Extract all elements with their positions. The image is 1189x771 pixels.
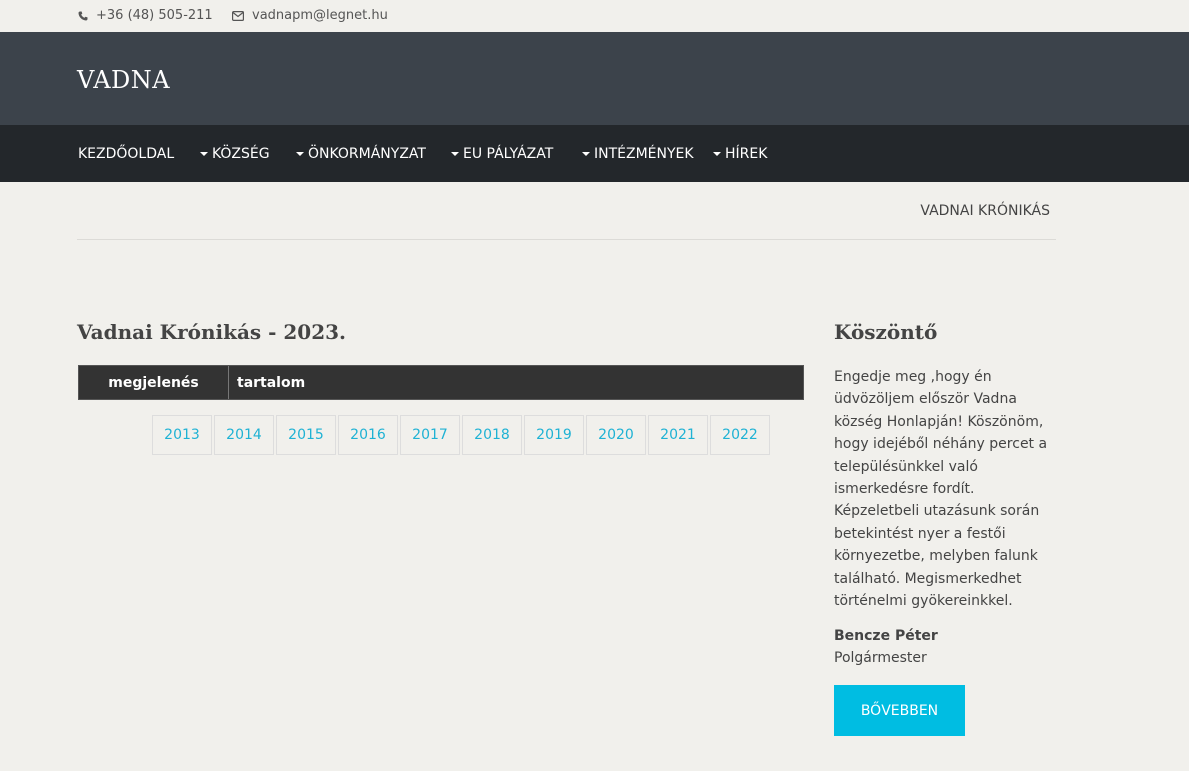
nav-item-label: EU PÁLYÁZAT [463,146,554,162]
breadcrumb-divider [77,239,1056,240]
nav-item-eu-palyazat[interactable]: EU PÁLYÁZAT [451,146,553,162]
phone-contact: +36 (48) 505-211 [78,8,213,23]
page-title: Vadnai Krónikás - 2023. [77,320,347,344]
envelope-icon [232,10,244,21]
nav-item-hirek[interactable]: HÍREK [713,146,767,162]
year-link-2022[interactable]: 2022 [710,415,770,455]
sidebar-title: Köszöntő [834,320,938,344]
year-link-2021[interactable]: 2021 [648,415,708,455]
main-navigation: KEZDŐOLDAL KÖZSÉG ÖNKORMÁNYZAT EU PÁLYÁZ… [0,125,1189,182]
nav-item-intezmenyek[interactable]: INTÉZMÉNYEK [582,146,694,162]
top-contact-bar: +36 (48) 505-211 vadnapm@legnet.hu [0,0,1189,32]
nav-item-onkormanyzat[interactable]: ÖNKORMÁNYZAT [296,146,426,162]
site-header: VADNA [0,32,1189,125]
caret-down-icon [451,152,459,156]
table-header: megjelenés tartalom [78,365,804,400]
year-pagination: 2013 2014 2015 2016 2017 2018 2019 2020 … [152,415,770,455]
nav-item-label: INTÉZMÉNYEK [594,146,694,162]
nav-item-label: ÖNKORMÁNYZAT [308,146,426,162]
email-address[interactable]: vadnapm@legnet.hu [252,8,388,23]
phone-number: +36 (48) 505-211 [96,8,213,23]
column-header-megjelenes: megjelenés [79,366,229,399]
nav-item-label: KÖZSÉG [212,146,270,162]
caret-down-icon [582,152,590,156]
year-link-2019[interactable]: 2019 [524,415,584,455]
year-link-2020[interactable]: 2020 [586,415,646,455]
nav-item-kezdooldal[interactable]: KEZDŐOLDAL [78,146,174,162]
year-link-2017[interactable]: 2017 [400,415,460,455]
year-link-2015[interactable]: 2015 [276,415,336,455]
nav-item-label: KEZDŐOLDAL [78,146,175,162]
welcome-text: Engedje meg ,hogy én üdvözöljem először … [834,369,1048,610]
phone-icon [78,11,88,21]
year-link-2013[interactable]: 2013 [152,415,212,455]
caret-down-icon [200,152,208,156]
mayor-name: Bencze Péter [834,628,938,644]
column-header-tartalom: tartalom [237,374,306,391]
nav-item-label: HÍREK [725,146,768,162]
year-link-2014[interactable]: 2014 [214,415,274,455]
nav-item-kozseg[interactable]: KÖZSÉG [200,146,270,162]
read-more-button[interactable]: BŐVEBBEN [834,685,965,736]
year-link-2016[interactable]: 2016 [338,415,398,455]
year-link-2018[interactable]: 2018 [462,415,522,455]
email-contact[interactable]: vadnapm@legnet.hu [232,8,388,23]
caret-down-icon [296,152,304,156]
mayor-role: Polgármester [834,650,927,666]
breadcrumb: VADNAI KRÓNIKÁS [920,203,1050,219]
caret-down-icon [713,152,721,156]
site-logo-text[interactable]: VADNA [77,66,170,94]
